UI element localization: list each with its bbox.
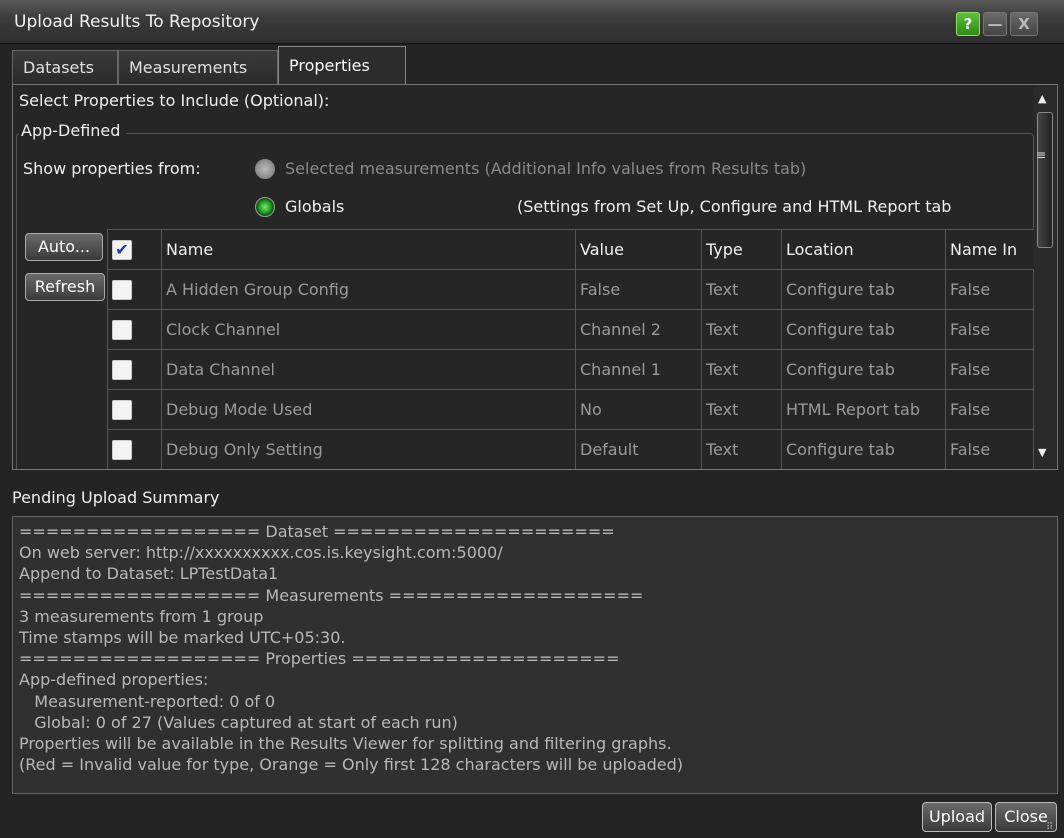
cell-name: Debug Mode Used [161, 389, 576, 430]
resize-grip-icon[interactable]: ⠿ [1046, 822, 1053, 833]
summary-line: ================== Properties ==========… [19, 649, 620, 669]
row-checkbox[interactable] [112, 439, 132, 460]
auto-button[interactable]: Auto... [25, 233, 103, 261]
upload-results-window: Upload Results To Repository ? — X Datas… [0, 0, 1064, 838]
select-properties-label: Select Properties to Include (Optional): [19, 91, 330, 110]
cell-location: Configure tab [781, 349, 946, 390]
cell-type: Text [701, 309, 782, 350]
table-row[interactable]: Clock Channel Channel 2 Text Configure t… [107, 309, 1037, 350]
scroll-thumb[interactable] [1037, 112, 1053, 248]
cell-name-in: False [945, 309, 1037, 350]
properties-scrollbar[interactable]: ▲ ≡ ▼ [1034, 86, 1056, 468]
cell-value: Channel 1 [575, 349, 702, 390]
cell-value: No [575, 389, 702, 430]
row-checkbox[interactable] [112, 319, 132, 340]
cell-name: Debug Only Setting [161, 429, 576, 469]
scroll-grip-icon: ≡ [1036, 148, 1047, 162]
app-defined-legend: App-Defined [19, 121, 127, 140]
summary-line: Properties will be available in the Resu… [19, 734, 672, 754]
summary-line: (Red = Invalid value for type, Orange = … [19, 755, 684, 775]
cell-name-in: False [945, 429, 1037, 469]
row-checkbox[interactable] [112, 399, 132, 420]
row-check-cell [107, 269, 162, 310]
cell-type: Text [701, 389, 782, 430]
cell-name-in: False [945, 349, 1037, 390]
summary-line: Measurement-reported: 0 of 0 [19, 691, 276, 711]
selected-measurements-label[interactable]: Selected measurements (Additional Info v… [285, 159, 806, 178]
summary-line: Time stamps will be marked UTC+05:30. [19, 628, 346, 648]
cell-name: Data Channel [161, 349, 576, 390]
selected-measurements-radio[interactable] [255, 159, 275, 179]
help-icon[interactable]: ? [956, 12, 980, 36]
row-checkbox[interactable] [112, 279, 132, 300]
cell-type: Text [701, 349, 782, 390]
column-header-location[interactable]: Location [781, 229, 946, 270]
globals-note: (Settings from Set Up, Configure and HTM… [517, 197, 952, 216]
cell-location: HTML Report tab [781, 389, 946, 430]
summary-line: Append to Dataset: LPTestData1 [19, 564, 279, 584]
cell-location: Configure tab [781, 269, 946, 310]
cell-location: Configure tab [781, 309, 946, 350]
table-row[interactable]: Data Channel Channel 1 Text Configure ta… [107, 349, 1037, 390]
show-properties-from-label: Show properties from: [23, 159, 201, 178]
tab-datasets[interactable]: Datasets [12, 50, 118, 85]
cell-value: False [575, 269, 702, 310]
row-check-cell [107, 349, 162, 390]
scroll-down-icon[interactable]: ▼ [1038, 446, 1046, 459]
summary-line: On web server: http://xxxxxxxxxx.cos.is.… [19, 543, 503, 563]
globals-radio[interactable] [255, 197, 275, 217]
summary-line: Global: 0 of 27 (Values captured at star… [19, 712, 458, 732]
scroll-up-icon[interactable]: ▲ [1038, 92, 1046, 105]
cell-value: Channel 2 [575, 309, 702, 350]
cell-name: Clock Channel [161, 309, 576, 350]
pending-upload-summary-title: Pending Upload Summary [12, 488, 220, 507]
table-header-row: ✔ Name Value Type Location Name In [107, 229, 1037, 270]
globals-label[interactable]: Globals [285, 197, 344, 216]
cell-value: Default [575, 429, 702, 469]
column-header-name-in[interactable]: Name In [945, 229, 1037, 270]
window-title: Upload Results To Repository [14, 12, 260, 32]
select-all-checkbox[interactable]: ✔ [112, 239, 132, 260]
summary-line: ================== Measurements ========… [19, 585, 644, 605]
minimize-icon[interactable]: — [983, 12, 1007, 36]
row-check-cell [107, 429, 162, 469]
tab-properties[interactable]: Properties [278, 46, 406, 85]
summary-line: App-defined properties: [19, 670, 209, 690]
table-row[interactable] [108, 470, 1038, 471]
row-check-cell [107, 309, 162, 350]
table-row[interactable]: A Hidden Group Config False Text Configu… [107, 269, 1037, 310]
table-row[interactable]: Debug Mode Used No Text HTML Report tab … [107, 389, 1037, 430]
cell-name-in: False [945, 389, 1037, 430]
column-header-name[interactable]: Name [161, 229, 576, 270]
header-check-cell: ✔ [107, 229, 162, 270]
column-header-value[interactable]: Value [575, 229, 702, 270]
cell-type: Text [701, 269, 782, 310]
cell-name-in: False [945, 269, 1037, 310]
title-bar[interactable]: Upload Results To Repository ? — X [0, 0, 1064, 44]
close-icon[interactable]: X [1010, 12, 1038, 36]
properties-panel: Select Properties to Include (Optional):… [12, 84, 1058, 470]
summary-line: 3 measurements from 1 group [19, 606, 264, 626]
summary-line: ================== Dataset =============… [19, 522, 615, 541]
tab-measurements[interactable]: Measurements [118, 50, 278, 85]
refresh-button[interactable]: Refresh [25, 273, 105, 301]
row-checkbox[interactable] [112, 359, 132, 380]
row-check-cell [107, 389, 162, 430]
table-row[interactable]: Debug Only Setting Default Text Configur… [107, 429, 1037, 469]
cell-name: A Hidden Group Config [161, 269, 576, 310]
upload-button[interactable]: Upload [922, 802, 992, 832]
pending-upload-summary[interactable]: ================== Dataset =============… [12, 516, 1058, 794]
properties-table: ✔ Name Value Type Location Name In A Hid… [107, 229, 1038, 471]
cell-location: Configure tab [781, 429, 946, 469]
cell-type: Text [701, 429, 782, 469]
column-header-type[interactable]: Type [701, 229, 782, 270]
